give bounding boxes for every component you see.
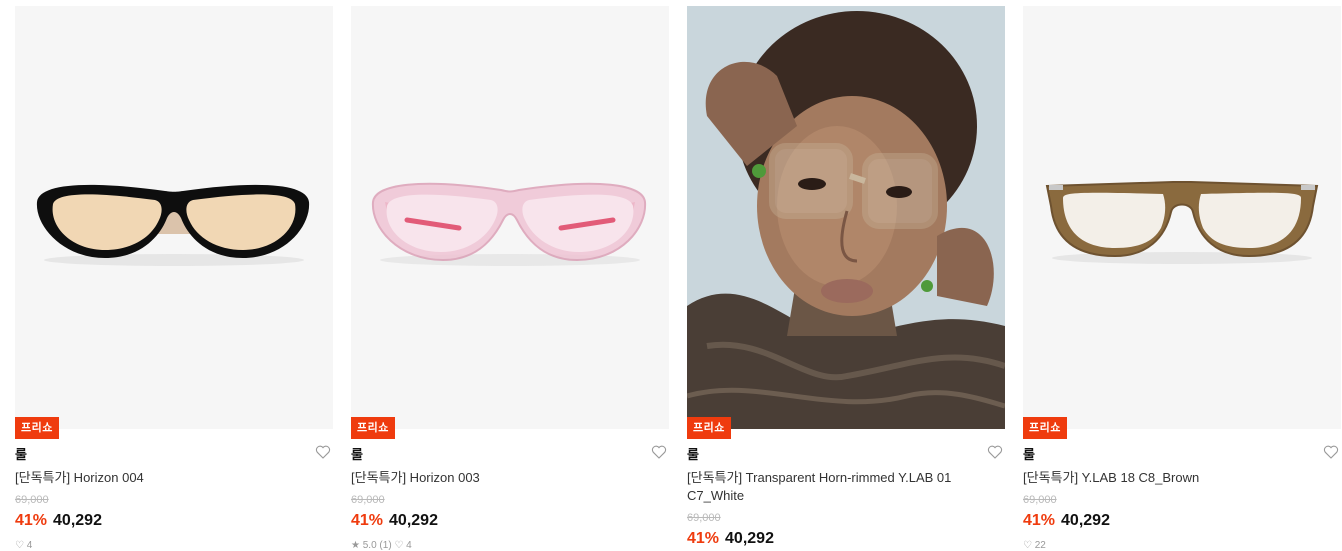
product-image[interactable]: [15, 6, 333, 429]
product-image[interactable]: [687, 6, 1005, 429]
price-line: 41% 40,292: [1023, 512, 1110, 530]
original-price: 69,000: [351, 494, 385, 506]
original-price: 69,000: [687, 512, 721, 524]
discount-rate: 41%: [15, 512, 48, 529]
product-meta: ★ 5.0 (1) ♡ 4: [351, 540, 412, 551]
brand-name[interactable]: 룰: [15, 444, 27, 463]
sale-price: 40,292: [389, 512, 438, 529]
brand-name[interactable]: 룰: [351, 444, 363, 463]
product-card[interactable]: 프리쇼 룰 [단독특가] Transparent Horn-rimmed Y.L…: [687, 0, 1005, 548]
product-card[interactable]: 프리쇼 룰 [단독특가] Horizon 003 69,000 41% 40,29…: [351, 0, 669, 551]
preshow-badge: 프리쇼: [687, 417, 731, 439]
discount-rate: 41%: [1023, 512, 1056, 529]
sale-price: 40,292: [725, 530, 774, 547]
product-card[interactable]: 프리쇼 룰 [단독특가] Y.LAB 18 C8_Brown 69,000 41…: [1023, 0, 1341, 551]
product-name[interactable]: [단독특가] Y.LAB 18 C8_Brown: [1023, 469, 1313, 487]
original-price: 69,000: [15, 494, 49, 506]
original-price: 69,000: [1023, 494, 1057, 506]
product-name[interactable]: [단독특가] Horizon 003: [351, 469, 641, 487]
heart-icon[interactable]: [987, 444, 1003, 460]
product-meta: ♡ 4: [15, 540, 33, 551]
product-image[interactable]: [1023, 6, 1341, 429]
price-line: 41% 40,292: [351, 512, 438, 530]
preshow-badge: 프리쇼: [15, 417, 59, 439]
brand-name[interactable]: 룰: [687, 444, 699, 463]
product-meta: ♡ 22: [1023, 540, 1046, 551]
product-name[interactable]: [단독특가] Horizon 004: [15, 469, 305, 487]
preshow-badge: 프리쇼: [351, 417, 395, 439]
heart-icon[interactable]: [651, 444, 667, 460]
price-line: 41% 40,292: [687, 530, 774, 548]
heart-icon[interactable]: [315, 444, 331, 460]
sale-price: 40,292: [53, 512, 102, 529]
product-image[interactable]: [351, 6, 669, 429]
discount-rate: 41%: [351, 512, 384, 529]
sale-price: 40,292: [1061, 512, 1110, 529]
product-card[interactable]: 프리쇼 룰 [단독특가] Horizon 004 69,000 41% 40,29…: [15, 0, 333, 551]
preshow-badge: 프리쇼: [1023, 417, 1067, 439]
price-line: 41% 40,292: [15, 512, 102, 530]
discount-rate: 41%: [687, 530, 720, 547]
heart-icon[interactable]: [1323, 444, 1339, 460]
brand-name[interactable]: 룰: [1023, 444, 1035, 463]
product-name[interactable]: [단독특가] Transparent Horn-rimmed Y.LAB 01 …: [687, 469, 977, 505]
